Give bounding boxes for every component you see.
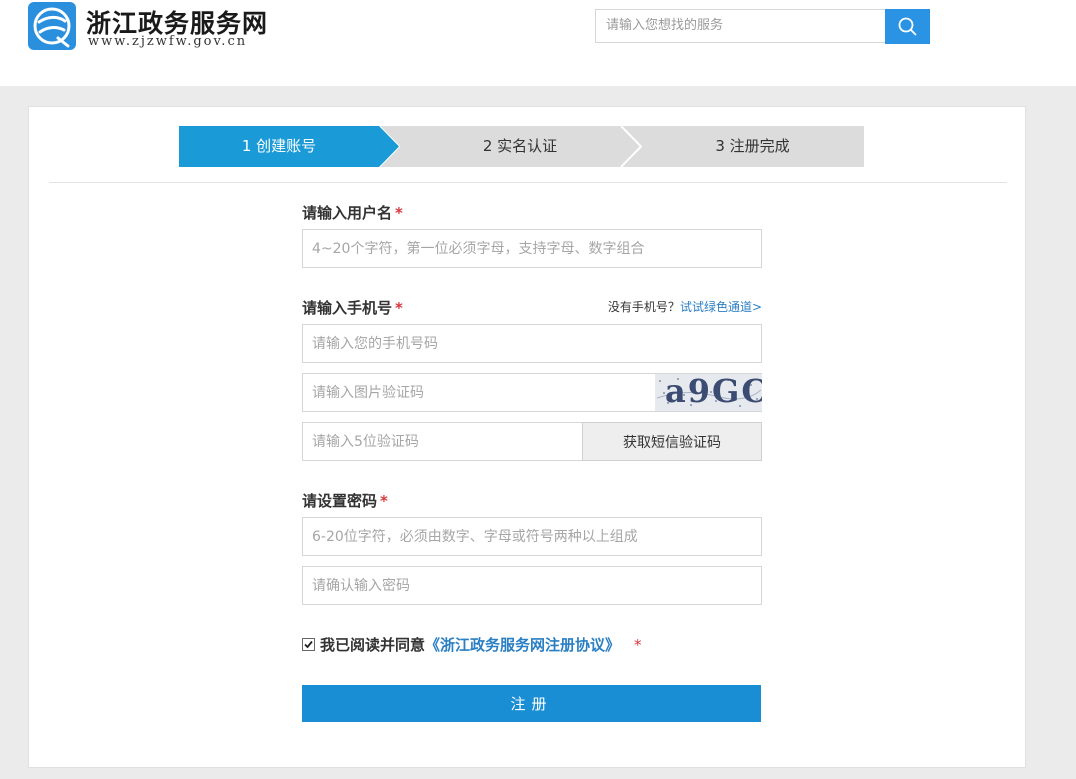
register-card: 1 创建账号 2 实名认证 3 注册完成 请输入用户名* 请输入手机号* 没有手… <box>28 106 1026 768</box>
agree-text: 我已阅读并同意 <box>320 636 426 654</box>
required-mark: * <box>395 299 403 317</box>
agree-checkbox[interactable] <box>302 638 315 651</box>
password-label: 请设置密码 * <box>302 492 388 510</box>
confirm-password-input[interactable] <box>302 566 762 605</box>
required-mark: * <box>395 204 403 222</box>
site-header: 浙江政务服务网 www.zjzwfw.gov.cn <box>0 0 1076 86</box>
search-icon <box>898 17 917 36</box>
agreement-link[interactable]: 《浙江政务服务网注册协议》 <box>425 634 620 655</box>
captcha-text: a9GC <box>665 374 762 410</box>
green-channel-link[interactable]: 试试绿色通道> <box>680 300 762 314</box>
get-sms-code-button[interactable]: 获取短信验证码 <box>582 422 762 461</box>
step-2: 2 实名认证 <box>482 137 558 155</box>
step-3: 3 注册完成 <box>715 137 790 155</box>
check-icon <box>304 640 313 649</box>
sms-code-input[interactable] <box>302 422 583 461</box>
site-logo-icon[interactable] <box>28 2 76 50</box>
site-url: www.zjzwfw.gov.cn <box>88 34 248 49</box>
required-mark: * <box>380 492 388 510</box>
username-input[interactable] <box>302 229 762 268</box>
step-1: 1 创建账号 <box>241 137 317 155</box>
captcha-image[interactable]: a9GC <box>655 374 762 411</box>
search-button[interactable] <box>885 9 930 44</box>
register-button[interactable]: 注册 <box>302 685 761 722</box>
agreement-row: 我已阅读并同意 《浙江政务服务网注册协议》 * <box>302 634 642 655</box>
step-progress: 1 创建账号 2 实名认证 3 注册完成 <box>179 126 864 167</box>
phone-label: 请输入手机号 * <box>302 299 403 317</box>
divider <box>49 182 1007 183</box>
required-mark: * <box>634 635 642 654</box>
phone-input[interactable] <box>302 324 762 363</box>
no-phone-hint: 没有手机号？试试绿色通道> <box>607 300 762 314</box>
password-input[interactable] <box>302 517 762 556</box>
username-label: 请输入用户名 * <box>302 204 403 222</box>
search-input[interactable] <box>595 9 885 43</box>
